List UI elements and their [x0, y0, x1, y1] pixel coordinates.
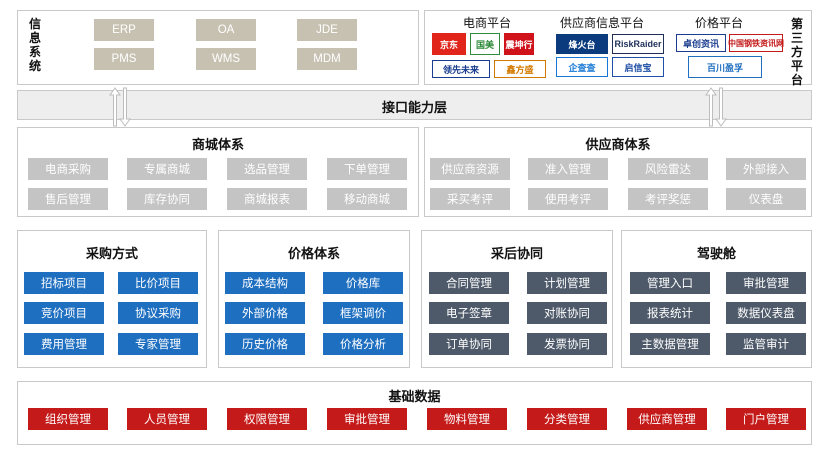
- base-item-permissions[interactable]: 权限管理: [227, 408, 307, 430]
- supplier-item-eval-rewards[interactable]: 考评奖惩: [628, 188, 708, 210]
- base-item-portal[interactable]: 门户管理: [726, 408, 806, 430]
- mall-item-ecommerce-purchase[interactable]: 电商采购: [28, 158, 108, 180]
- left-bidirectional-arrow-icon: [109, 87, 131, 127]
- interface-layer-label: 接口能力层: [381, 100, 447, 115]
- info-system-jde[interactable]: JDE: [297, 19, 357, 41]
- info-system-wms[interactable]: WMS: [196, 48, 256, 70]
- baiinfo-logo: 百川盈孚: [688, 56, 762, 78]
- mall-system-title: 商城体系: [191, 137, 244, 152]
- post-item-contract[interactable]: 合同管理: [429, 272, 509, 294]
- pricing-item-cost-structure[interactable]: 成本结构: [225, 272, 305, 294]
- procurement-item-tender[interactable]: 招标项目: [24, 272, 104, 294]
- xinfangsheng-logo: 鑫方盛: [494, 60, 546, 78]
- post-item-e-signature[interactable]: 电子签章: [429, 302, 509, 324]
- supplier-item-usage-eval[interactable]: 使用考评: [528, 188, 608, 210]
- base-item-personnel[interactable]: 人员管理: [127, 408, 207, 430]
- supplier-item-dashboard[interactable]: 仪表盘: [726, 188, 806, 210]
- base-data-title: 基础数据: [388, 389, 441, 404]
- post-item-plan[interactable]: 计划管理: [527, 272, 607, 294]
- riskraider-logo: RiskRaider: [612, 34, 664, 54]
- jd-logo: 京东: [432, 33, 466, 55]
- mall-item-order-management[interactable]: 下单管理: [327, 158, 407, 180]
- cockpit-title: 驾驶舱: [696, 246, 736, 261]
- qixinbao-logo: 启信宝: [612, 57, 664, 77]
- platform-title-price: 价格平台: [694, 16, 743, 30]
- platform-title-supplier-info: 供应商信息平台: [559, 16, 644, 30]
- sci99-logo: 卓创资讯: [676, 34, 726, 52]
- post-procurement-title: 采后协同: [490, 246, 543, 261]
- cockpit-item-audit[interactable]: 监管审计: [726, 333, 806, 355]
- procurement-item-agreement[interactable]: 协议采购: [118, 302, 198, 324]
- pricing-title: 价格体系: [287, 246, 340, 261]
- procurement-item-bidding[interactable]: 竞价项目: [24, 302, 104, 324]
- mall-item-mobile-mall[interactable]: 移动商城: [327, 188, 407, 210]
- procurement-item-experts[interactable]: 专家管理: [118, 333, 198, 355]
- mall-item-mall-reports[interactable]: 商城报表: [227, 188, 307, 210]
- mall-item-exclusive-mall[interactable]: 专属商城: [127, 158, 207, 180]
- third-party-label: 第三方平台: [790, 17, 803, 87]
- pricing-item-framework-adjust[interactable]: 框架调价: [323, 302, 403, 324]
- supplier-item-risk-radar[interactable]: 风险雷达: [628, 158, 708, 180]
- zkh-logo: 震坤行: [504, 33, 534, 55]
- info-system-oa[interactable]: OA: [196, 19, 256, 41]
- info-system-erp[interactable]: ERP: [94, 19, 154, 41]
- pricing-item-price-library[interactable]: 价格库: [323, 272, 403, 294]
- fenghuotai-logo: 烽火台: [556, 34, 608, 54]
- cockpit-item-data-dashboard[interactable]: 数据仪表盘: [726, 302, 806, 324]
- cockpit-item-master-data[interactable]: 主数据管理: [630, 333, 710, 355]
- platform-title-ecommerce: 电商平台: [462, 16, 511, 30]
- procurement-item-price-compare[interactable]: 比价项目: [118, 272, 198, 294]
- base-item-organization[interactable]: 组织管理: [28, 408, 108, 430]
- post-item-reconciliation[interactable]: 对账协同: [527, 302, 607, 324]
- pricing-item-analysis[interactable]: 价格分析: [323, 333, 403, 355]
- mall-item-inventory-sync[interactable]: 库存协同: [127, 188, 207, 210]
- post-item-order-sync[interactable]: 订单协同: [429, 333, 509, 355]
- supplier-item-resources[interactable]: 供应商资源: [430, 158, 510, 180]
- cockpit-item-approval[interactable]: 审批管理: [726, 272, 806, 294]
- supplier-item-external-access[interactable]: 外部接入: [726, 158, 806, 180]
- pricing-item-external-price[interactable]: 外部价格: [225, 302, 305, 324]
- supplier-item-purchase-eval[interactable]: 采买考评: [430, 188, 510, 210]
- steel-info-logo: 中国钢铁资讯网: [728, 34, 784, 52]
- gome-logo: 国美: [470, 33, 500, 55]
- supplier-item-admission[interactable]: 准入管理: [528, 158, 608, 180]
- post-item-invoice-sync[interactable]: 发票协同: [527, 333, 607, 355]
- mall-item-product-selection[interactable]: 选品管理: [227, 158, 307, 180]
- pricing-item-history[interactable]: 历史价格: [225, 333, 305, 355]
- supplier-system-title: 供应商体系: [585, 137, 651, 152]
- info-system-mdm[interactable]: MDM: [297, 48, 357, 70]
- cockpit-item-reports[interactable]: 报表统计: [630, 302, 710, 324]
- base-item-approval[interactable]: 审批管理: [327, 408, 407, 430]
- qichacha-logo: 企查查: [556, 57, 608, 77]
- mall-item-after-sales[interactable]: 售后管理: [28, 188, 108, 210]
- info-system-pms[interactable]: PMS: [94, 48, 154, 70]
- procurement-item-expense[interactable]: 费用管理: [24, 333, 104, 355]
- info-system-label: 信息系统: [28, 17, 41, 73]
- base-item-categories[interactable]: 分类管理: [527, 408, 607, 430]
- cockpit-item-portal[interactable]: 管理入口: [630, 272, 710, 294]
- leading-logo: 领先未来: [432, 60, 490, 78]
- base-item-materials[interactable]: 物料管理: [427, 408, 507, 430]
- procurement-title: 采购方式: [85, 246, 138, 261]
- base-item-suppliers[interactable]: 供应商管理: [627, 408, 707, 430]
- right-bidirectional-arrow-icon: [705, 87, 727, 127]
